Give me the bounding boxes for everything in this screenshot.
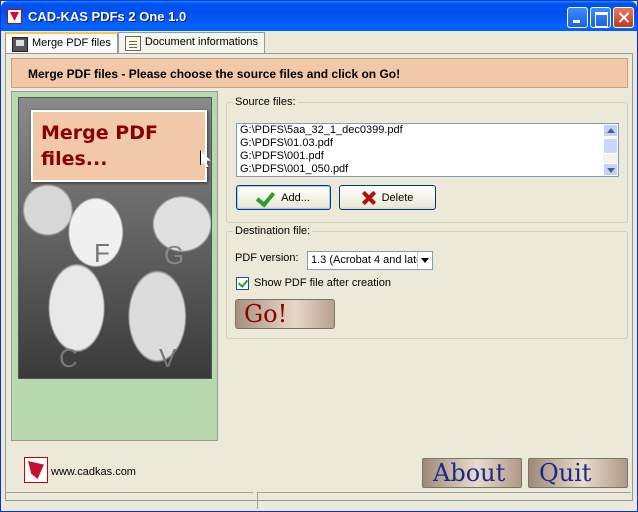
status-cell-left	[5, 492, 253, 509]
key-f: F	[94, 238, 110, 268]
destination-file-group: Destination file: PDF version: 1.3 (Acro…	[226, 225, 628, 339]
show-pdf-checkbox[interactable]	[236, 277, 249, 290]
instruction-header: Merge PDF files - Please choose the sour…	[11, 58, 628, 88]
status-cell-right	[257, 492, 631, 509]
scroll-up-button[interactable]	[603, 124, 618, 137]
key-c: C	[59, 343, 78, 373]
show-pdf-checkbox-label[interactable]: Show PDF file after creation	[254, 277, 391, 289]
scroll-down-button[interactable]	[603, 163, 618, 176]
merge-icon	[12, 37, 28, 52]
tab-label: Document informations	[144, 36, 258, 48]
pdf-version-value: 1.3 (Acrobat 4 and later)	[311, 254, 430, 266]
cadkas-logo-icon	[24, 457, 48, 483]
checkmark-icon	[257, 191, 275, 205]
tab-panel: Merge PDF files - Please choose the sour…	[5, 53, 633, 501]
list-item[interactable]: G:\PDFS\001.pdf	[237, 150, 618, 163]
key-g: G	[164, 240, 185, 270]
list-item[interactable]: G:\PDFS\01.03.pdf	[237, 137, 618, 150]
pdf-version-label: PDF version:	[235, 252, 299, 264]
status-bar	[3, 490, 635, 510]
add-button-label: Add...	[281, 191, 310, 204]
list-item[interactable]: G:\PDFS\5aa_32_1_dec0399.pdf	[237, 124, 618, 137]
delete-button[interactable]: Delete	[339, 185, 436, 210]
list-item[interactable]: G:\PDFS\001_050.pdf	[237, 163, 618, 176]
tab-merge-pdf-files[interactable]: Merge PDF files	[5, 32, 118, 54]
go-button[interactable]: Go!	[235, 299, 335, 329]
app-icon[interactable]	[7, 9, 22, 24]
scroll-thumb[interactable]	[603, 138, 618, 154]
about-button[interactable]: About	[422, 458, 522, 488]
maximize-button[interactable]	[590, 7, 611, 28]
destination-file-label: Destination file:	[233, 225, 313, 237]
list-scrollbar[interactable]	[603, 124, 618, 176]
pdf-version-select[interactable]: 1.3 (Acrobat 4 and later)	[307, 251, 433, 270]
key-v: V	[159, 343, 177, 373]
minimize-button[interactable]	[567, 7, 588, 28]
tab-label: Merge PDF files	[32, 37, 111, 49]
document-icon	[124, 36, 141, 51]
tab-document-informations[interactable]: Document informations	[117, 32, 265, 53]
merge-banner-line2: files...	[41, 148, 108, 170]
source-files-list[interactable]: G:\PDFS\5aa_32_1_dec0399.pdf G:\PDFS\01.…	[236, 123, 619, 177]
tab-strip: Merge PDF files Document informations	[5, 32, 265, 54]
quit-button[interactable]: Quit	[528, 458, 628, 488]
website-link[interactable]: www.cadkas.com	[51, 466, 136, 478]
merge-banner-line1: Merge PDF	[41, 122, 158, 144]
add-button[interactable]: Add...	[236, 185, 331, 210]
title-bar[interactable]: CAD-KAS PDFs 2 One 1.0	[1, 1, 637, 31]
window-title: CAD-KAS PDFs 2 One 1.0	[28, 9, 187, 24]
close-button[interactable]	[613, 7, 634, 28]
merge-banner: Merge PDF files...	[31, 110, 211, 182]
delete-button-label: Delete	[381, 191, 414, 204]
source-files-label: Source files:	[233, 96, 298, 108]
delete-x-icon	[362, 191, 376, 205]
dropdown-arrow-icon[interactable]	[417, 252, 432, 269]
keyboard-photo: F G C V Merge PDF files...	[18, 97, 212, 379]
decorative-panel: F G C V Merge PDF files...	[11, 91, 218, 441]
app-window: CAD-KAS PDFs 2 One 1.0 Merge PDF files D…	[0, 0, 638, 512]
source-files-group: Source files: G:\PDFS\5aa_32_1_dec0399.p…	[226, 96, 628, 223]
